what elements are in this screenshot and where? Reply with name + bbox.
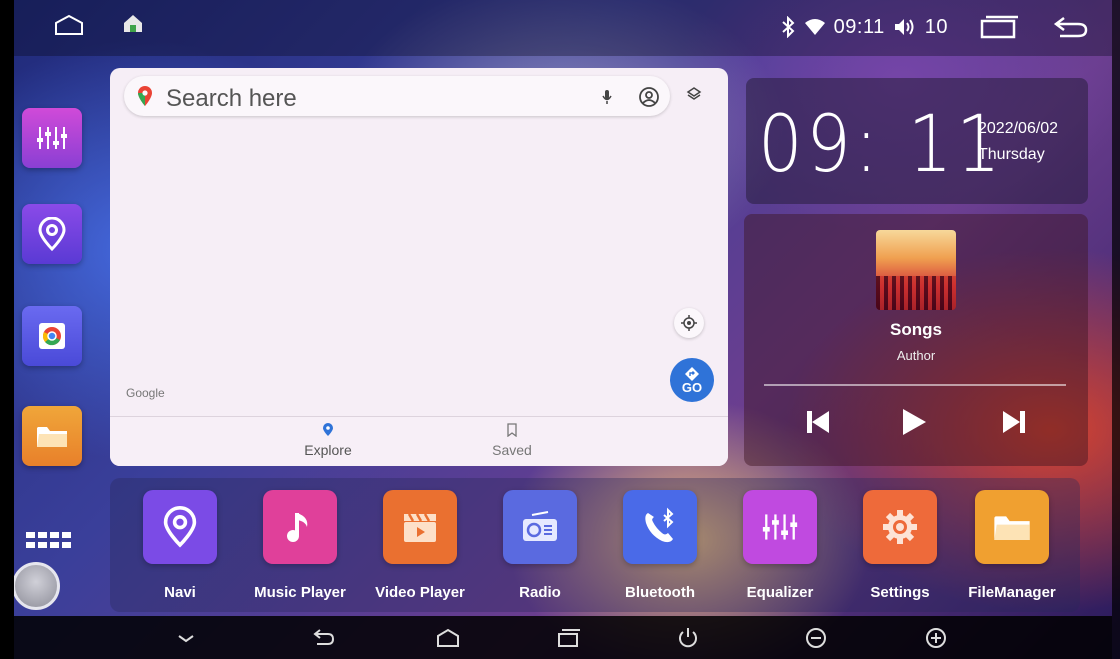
app-label: Navi [164,584,196,601]
radio-app-icon [503,490,577,564]
clock-widget[interactable]: 09: 11 2022/06/02 Thursday [746,78,1088,204]
folder-icon [994,516,1030,540]
navi-app-icon [143,490,217,564]
app-label: Bluetooth [625,584,695,601]
clapperboard-icon [404,513,436,542]
skip-next-icon [1003,411,1025,433]
app-music-player[interactable]: Music Player [240,490,360,601]
search-bar[interactable]: Search here [124,76,670,116]
home-outline-icon[interactable] [54,14,84,36]
app-equalizer[interactable]: Equalizer [720,490,840,601]
location-pin-icon [323,423,333,436]
radio-icon [523,511,557,541]
map-tab-bar: Explore Saved [110,416,728,466]
equalizer-icon [37,127,67,149]
volume-down-icon[interactable] [804,626,828,650]
status-indicators: 09:11 10 [780,14,1090,40]
go-label: GO [681,380,703,395]
recent-apps-icon[interactable] [554,626,582,650]
recent-apps-icon[interactable] [976,14,1022,40]
back-icon[interactable] [1050,14,1090,40]
account-icon[interactable] [638,86,660,108]
app-label: Music Player [254,584,346,601]
app-video-player[interactable]: Video Player [360,490,480,601]
dock-files-button[interactable] [22,406,82,466]
app-settings[interactable]: Settings [840,490,960,601]
bluetooth-phone-icon [645,507,674,543]
volume-up-icon[interactable] [924,626,948,650]
hide-icon[interactable] [174,626,198,650]
status-bar: 09:11 10 [14,0,1112,56]
tab-explore[interactable]: Explore [288,423,368,458]
settings-app-icon [863,490,937,564]
my-location-button[interactable] [674,308,704,338]
album-art[interactable] [876,230,956,310]
skip-previous-icon [807,411,829,433]
power-icon[interactable] [676,626,700,650]
app-label: Settings [870,584,930,601]
music-note-icon [287,513,308,542]
equalizer-icon [762,514,798,540]
play-button[interactable] [894,402,934,442]
mic-icon[interactable] [602,89,612,105]
back-icon[interactable] [312,626,336,650]
app-file-manager[interactable]: FileManager [952,490,1072,601]
playback-progress[interactable] [764,384,1066,386]
chrome-icon [39,323,65,349]
bluetooth-app-icon [623,490,697,564]
map-pin-icon [138,86,152,106]
location-pin-icon [163,506,197,548]
crosshair-icon [681,315,697,331]
bluetooth-icon [782,16,795,38]
app-label: Video Player [375,584,465,601]
clock-date: 2022/06/02 [978,120,1059,137]
bookmark-icon [507,423,517,438]
screen-bezel-right [1112,0,1120,659]
location-pin-icon [38,217,66,251]
gear-icon [883,510,917,544]
song-author: Author [896,348,936,363]
app-launcher-bar: Navi Music Player Video Player Radio Blu… [110,478,1080,612]
go-button[interactable]: GO [670,358,714,402]
dock-equalizer-button[interactable] [22,108,82,168]
app-house-icon [124,15,142,32]
assistive-touch-button[interactable] [12,562,60,610]
tab-saved[interactable]: Saved [472,423,552,458]
status-volume: 10 [924,15,948,38]
clock-time: 09: 11 [758,100,1005,190]
folder-icon [37,427,67,447]
play-icon [903,409,926,435]
dock-chrome-button[interactable] [22,306,82,366]
file-manager-app-icon [975,490,1049,564]
next-button[interactable] [994,402,1034,442]
equalizer-app-icon [743,490,817,564]
home-icon[interactable] [434,626,462,650]
google-logo: Google [126,386,165,400]
previous-button[interactable] [798,402,838,442]
layers-icon[interactable] [686,86,702,102]
search-input[interactable]: Search here [166,85,297,113]
screen-bezel-left [0,0,14,659]
app-label: Equalizer [746,584,814,601]
tab-saved-label: Saved [492,442,532,458]
status-time: 09:11 [833,15,885,38]
wifi-icon [804,19,825,35]
app-label: Radio [519,584,561,601]
navigation-bar [14,616,1112,659]
app-bluetooth[interactable]: Bluetooth [600,490,720,601]
app-navi[interactable]: Navi [120,490,240,601]
speaker-icon [894,19,914,35]
home-screen: 09:11 10 Search here GO Google Explore S… [0,0,1120,659]
music-widget: Songs Author [744,214,1088,466]
tab-explore-label: Explore [304,442,352,458]
app-label: FileManager [968,584,1056,601]
song-title: Songs [890,320,942,339]
clock-day: Thursday [978,146,1045,163]
video-app-icon [383,490,457,564]
dock-navi-button[interactable] [22,204,82,264]
grid-icon[interactable] [24,530,74,562]
map-widget[interactable]: Search here GO Google Explore Saved [110,68,728,466]
app-radio[interactable]: Radio [480,490,600,601]
music-app-icon [263,490,337,564]
